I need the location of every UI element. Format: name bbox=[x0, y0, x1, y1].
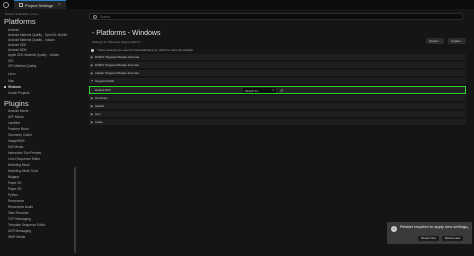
sidebar-item-apple-sdk[interactable]: Apple SDK Material Quality - Vulkan bbox=[8, 53, 59, 57]
title-bar: Project Settings × bbox=[0, 0, 474, 9]
config-notice: These settings are saved in DefaultEngin… bbox=[89, 47, 466, 53]
sidebar-item-android-ndk[interactable]: Android NDK bbox=[8, 48, 27, 52]
notification-message: Restart required to apply new settings bbox=[400, 224, 468, 229]
sidebar-item-windows[interactable]: Windows bbox=[4, 85, 21, 89]
sidebar-item-plugin[interactable]: AVF Media bbox=[8, 115, 24, 119]
tab-project-settings[interactable]: Project Settings × bbox=[14, 0, 66, 9]
category-d3d11-shader-formats[interactable]: ▶ D3D11 Targeted Shader Formats bbox=[89, 62, 466, 69]
file-icon bbox=[91, 48, 94, 52]
sidebar-item-plugin[interactable]: IMS Media bbox=[8, 145, 23, 149]
sidebar-item-android-opengl[interactable]: Android Material Quality - OpenGL Mobile bbox=[8, 33, 67, 37]
sidebar-item-xcode[interactable]: Xcode Projects bbox=[8, 91, 29, 95]
sidebar-item-plugin[interactable]: Android Movie bbox=[8, 109, 28, 113]
close-icon[interactable]: × bbox=[58, 2, 61, 8]
sidebar-item-plugin[interactable]: Geometry Cache bbox=[8, 133, 32, 137]
row-label: Audio bbox=[95, 120, 103, 124]
search-input[interactable]: Search bbox=[89, 13, 463, 20]
close-icon[interactable]: × bbox=[467, 225, 469, 230]
sidebar-item-android-vulkan[interactable]: Android Material Quality - Vulkan bbox=[8, 38, 54, 42]
chevron-down-icon: ▾ bbox=[272, 88, 274, 92]
sidebar-item-android-sdk[interactable]: Android SDK bbox=[8, 43, 26, 47]
sidebar-item-plugin[interactable]: Fracture Mode bbox=[8, 127, 29, 131]
import-button[interactable]: Import... bbox=[448, 38, 466, 44]
sidebar-item-plugin[interactable]: Paper 3D bbox=[8, 187, 21, 191]
sidebar-item-plugin[interactable]: UDP Messaging bbox=[8, 229, 31, 233]
restart-later-button[interactable]: Restart Later bbox=[442, 236, 463, 241]
sidebar-item-linux[interactable]: Linux bbox=[8, 72, 16, 76]
search-placeholder: Search bbox=[100, 14, 111, 19]
warning-icon: ! bbox=[391, 226, 397, 232]
setting-default-rhi: Default RHI DirectX 12 ▾ ↺ bbox=[89, 86, 466, 94]
category-splash[interactable]: ▶ Splash bbox=[89, 103, 466, 110]
sidebar-item-plugin[interactable]: Python bbox=[8, 193, 18, 197]
sidebar-item-ios[interactable]: iOS bbox=[8, 59, 13, 63]
page-title: - Platforms - Windows bbox=[92, 30, 161, 37]
category-toolchain[interactable]: ▶ Toolchain bbox=[89, 95, 466, 102]
sidebar-item-plugin[interactable]: TCP Messaging bbox=[8, 217, 31, 221]
row-label: D3D12 Targeted Shader Formats bbox=[95, 55, 140, 59]
default-rhi-value: DirectX 12 bbox=[245, 88, 259, 93]
search-icon bbox=[93, 14, 97, 19]
sidebar-item-plugin[interactable]: ImageWMS bbox=[8, 139, 25, 143]
category-icon[interactable]: ▶ Icon bbox=[89, 111, 466, 118]
category-d3d12-shader-formats[interactable]: ▶ D3D12 Targeted Shader Formats bbox=[89, 54, 466, 61]
sidebar-item-plugin[interactable]: Resonance bbox=[8, 199, 24, 203]
page-subtitle: Settings for Windows target platform bbox=[92, 40, 141, 44]
row-label: D3D11 Targeted Shader Formats bbox=[95, 63, 139, 67]
sidebar-item-plugin[interactable]: Paper 2D bbox=[8, 181, 21, 185]
category-vulkan-shader-formats[interactable]: ▶ Vulkan Targeted Shader Formats bbox=[89, 70, 466, 77]
row-label: Toolchain bbox=[95, 96, 108, 100]
row-label: Targeted RHIs bbox=[95, 79, 115, 83]
sidebar-item-plugin[interactable]: Template Sequence Editor bbox=[8, 223, 45, 227]
export-button[interactable]: Export... bbox=[426, 38, 444, 44]
row-label: Vulkan Targeted Shader Formats bbox=[95, 71, 139, 75]
sidebar-item-plugin[interactable]: Level Sequence Editor bbox=[8, 157, 40, 161]
settings-sidebar: Default Scalability (Linux) Platforms An… bbox=[0, 9, 80, 256]
section-header-plugins: Plugins bbox=[4, 99, 29, 108]
sidebar-item-ios-material[interactable]: iOS Material Quality bbox=[8, 64, 36, 68]
sidebar-item-plugin[interactable]: Modeling Mode Tools bbox=[8, 169, 38, 173]
notice-text: These settings are saved in DefaultEngin… bbox=[97, 48, 194, 52]
reset-to-default-icon[interactable]: ↺ bbox=[280, 88, 283, 93]
sidebar-item-mac[interactable]: Mac bbox=[8, 79, 14, 83]
category-audio[interactable]: ▶ Audio bbox=[89, 119, 466, 126]
sidebar-item-plugin[interactable]: Interactive Tool Presets bbox=[8, 151, 41, 155]
sidebar-item-plugin[interactable]: Take Recorder bbox=[8, 211, 29, 215]
sidebar-item-plugin[interactable]: Niagara bbox=[8, 175, 19, 179]
tab-title: Project Settings bbox=[25, 2, 54, 8]
default-rhi-dropdown[interactable]: DirectX 12 ▾ bbox=[243, 88, 276, 93]
section-header-platforms: Platforms bbox=[4, 17, 36, 26]
unreal-logo-icon bbox=[3, 1, 9, 8]
settings-icon bbox=[19, 3, 23, 7]
settings-main-panel: Search - Platforms - Windows Settings fo… bbox=[80, 9, 474, 256]
row-label: Icon bbox=[95, 112, 101, 116]
sidebar-item-plugin[interactable]: Resonance Audio bbox=[8, 205, 33, 209]
sidebar-item-plugin[interactable]: WMF Media bbox=[8, 235, 25, 239]
default-rhi-label: Default RHI bbox=[95, 88, 111, 92]
sidebar-scrollbar[interactable] bbox=[74, 167, 76, 253]
restart-now-button[interactable]: Restart Now bbox=[418, 236, 439, 241]
restart-notification: ! Restart required to apply new settings… bbox=[387, 222, 472, 244]
row-label: Splash bbox=[95, 104, 105, 108]
sidebar-item-scalability[interactable]: Default Scalability (Linux) bbox=[5, 12, 39, 16]
category-targeted-rhis[interactable]: ▼ Targeted RHIs bbox=[89, 78, 466, 85]
sidebar-item-android[interactable]: Android bbox=[8, 28, 19, 32]
sidebar-item-plugin[interactable]: Modeling Mode bbox=[8, 163, 30, 167]
sidebar-item-plugin[interactable]: Landline bbox=[8, 121, 20, 125]
